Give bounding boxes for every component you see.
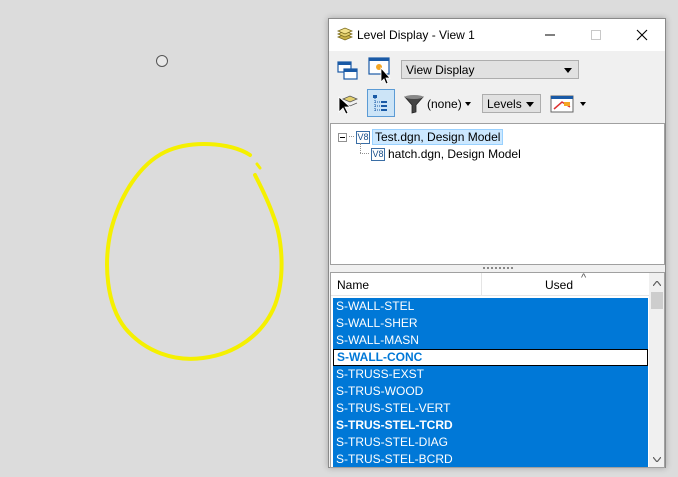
chevron-down-icon	[653, 456, 661, 462]
scroll-thumb[interactable]	[651, 292, 663, 309]
levels-dropdown[interactable]: Levels	[482, 94, 541, 113]
tree-item-root[interactable]: V8 Test.dgn, Design Model	[338, 129, 504, 145]
filter-button[interactable]	[401, 91, 427, 117]
column-header-name[interactable]: Name	[337, 278, 369, 292]
levels-value: Levels	[487, 96, 522, 111]
cursor-circle-icon	[156, 55, 168, 67]
funnel-icon	[404, 95, 424, 114]
pane-splitter[interactable]	[483, 267, 513, 271]
list-item[interactable]: S-TRUS-STEL-TCRD	[333, 417, 648, 434]
symbology-button[interactable]	[549, 92, 575, 116]
list-header: Name Used ^	[331, 273, 649, 296]
list-item[interactable]: S-TRUSS-EXST	[333, 366, 648, 383]
collapse-icon[interactable]	[338, 132, 347, 142]
level-display-app-icon	[336, 27, 354, 46]
chevron-down-icon	[564, 68, 572, 73]
model-tree: V8 Test.dgn, Design Model V8 hatch.dgn, …	[330, 123, 665, 265]
symbology-icon	[550, 95, 574, 113]
filter-dropdown[interactable]: (none)	[427, 96, 471, 112]
minimize-button[interactable]	[527, 19, 573, 51]
list-item[interactable]: S-TRUS-STEL-BCRD	[333, 451, 648, 467]
maximize-button[interactable]	[573, 19, 619, 51]
list-item[interactable]: S-WALL-STEL	[333, 298, 648, 315]
levels-list: Name Used ^ S-WALL-STEL S-WALL-SHER S-WA…	[330, 272, 665, 468]
close-button[interactable]	[619, 19, 665, 51]
chevron-down-icon	[526, 102, 534, 107]
v8-model-icon: V8	[356, 130, 370, 144]
list-item[interactable]: S-TRUS-STEL-DIAG	[333, 434, 648, 451]
tree-item-child[interactable]: V8 hatch.dgn, Design Model	[371, 147, 521, 161]
view-group-button[interactable]	[335, 57, 361, 83]
column-divider[interactable]	[481, 273, 482, 295]
list-item[interactable]: S-TRUS-STEL-VERT	[333, 400, 648, 417]
view-display-dropdown[interactable]: View Display	[401, 60, 579, 79]
select-view-icon	[368, 57, 391, 85]
view-group-icon	[337, 61, 358, 80]
tree-item-root-label: Test.dgn, Design Model	[372, 129, 504, 145]
level-display-window: Level Display - View 1 View Display (non…	[328, 18, 666, 468]
tree-view-toggle-button[interactable]	[367, 89, 395, 117]
yellow-ellipse-drawing	[105, 142, 284, 361]
tree-item-child-label: hatch.dgn, Design Model	[388, 147, 521, 161]
select-view-button[interactable]	[367, 55, 395, 85]
scroll-up-button[interactable]	[649, 275, 664, 291]
list-item[interactable]: S-WALL-MASN	[333, 332, 648, 349]
column-header-used[interactable]: Used	[545, 278, 573, 292]
chevron-down-icon[interactable]	[580, 102, 586, 106]
level-manager-button[interactable]	[335, 91, 361, 117]
view-display-value: View Display	[406, 62, 475, 77]
minimize-icon	[545, 34, 555, 36]
v8-model-icon: V8	[371, 147, 385, 161]
scroll-down-button[interactable]	[649, 451, 664, 467]
chevron-down-icon	[464, 102, 471, 106]
list-item[interactable]: S-TRUS-WOOD	[333, 383, 648, 400]
title-bar[interactable]: Level Display - View 1	[329, 19, 665, 51]
list-item[interactable]: S-WALL-SHER	[333, 315, 648, 332]
vertical-scrollbar[interactable]	[649, 273, 664, 467]
maximize-icon	[591, 30, 601, 40]
sort-ascending-icon: ^	[581, 272, 587, 284]
filter-value: (none)	[427, 97, 462, 111]
tree-view-icon	[373, 95, 387, 111]
chevron-up-icon	[653, 280, 661, 286]
window-title: Level Display - View 1	[357, 28, 475, 42]
close-icon	[636, 29, 648, 41]
list-item-focused[interactable]: S-WALL-CONC	[333, 349, 648, 366]
layers-pointer-icon	[338, 95, 359, 115]
list-rows: S-WALL-STEL S-WALL-SHER S-WALL-MASN S-WA…	[333, 298, 648, 467]
